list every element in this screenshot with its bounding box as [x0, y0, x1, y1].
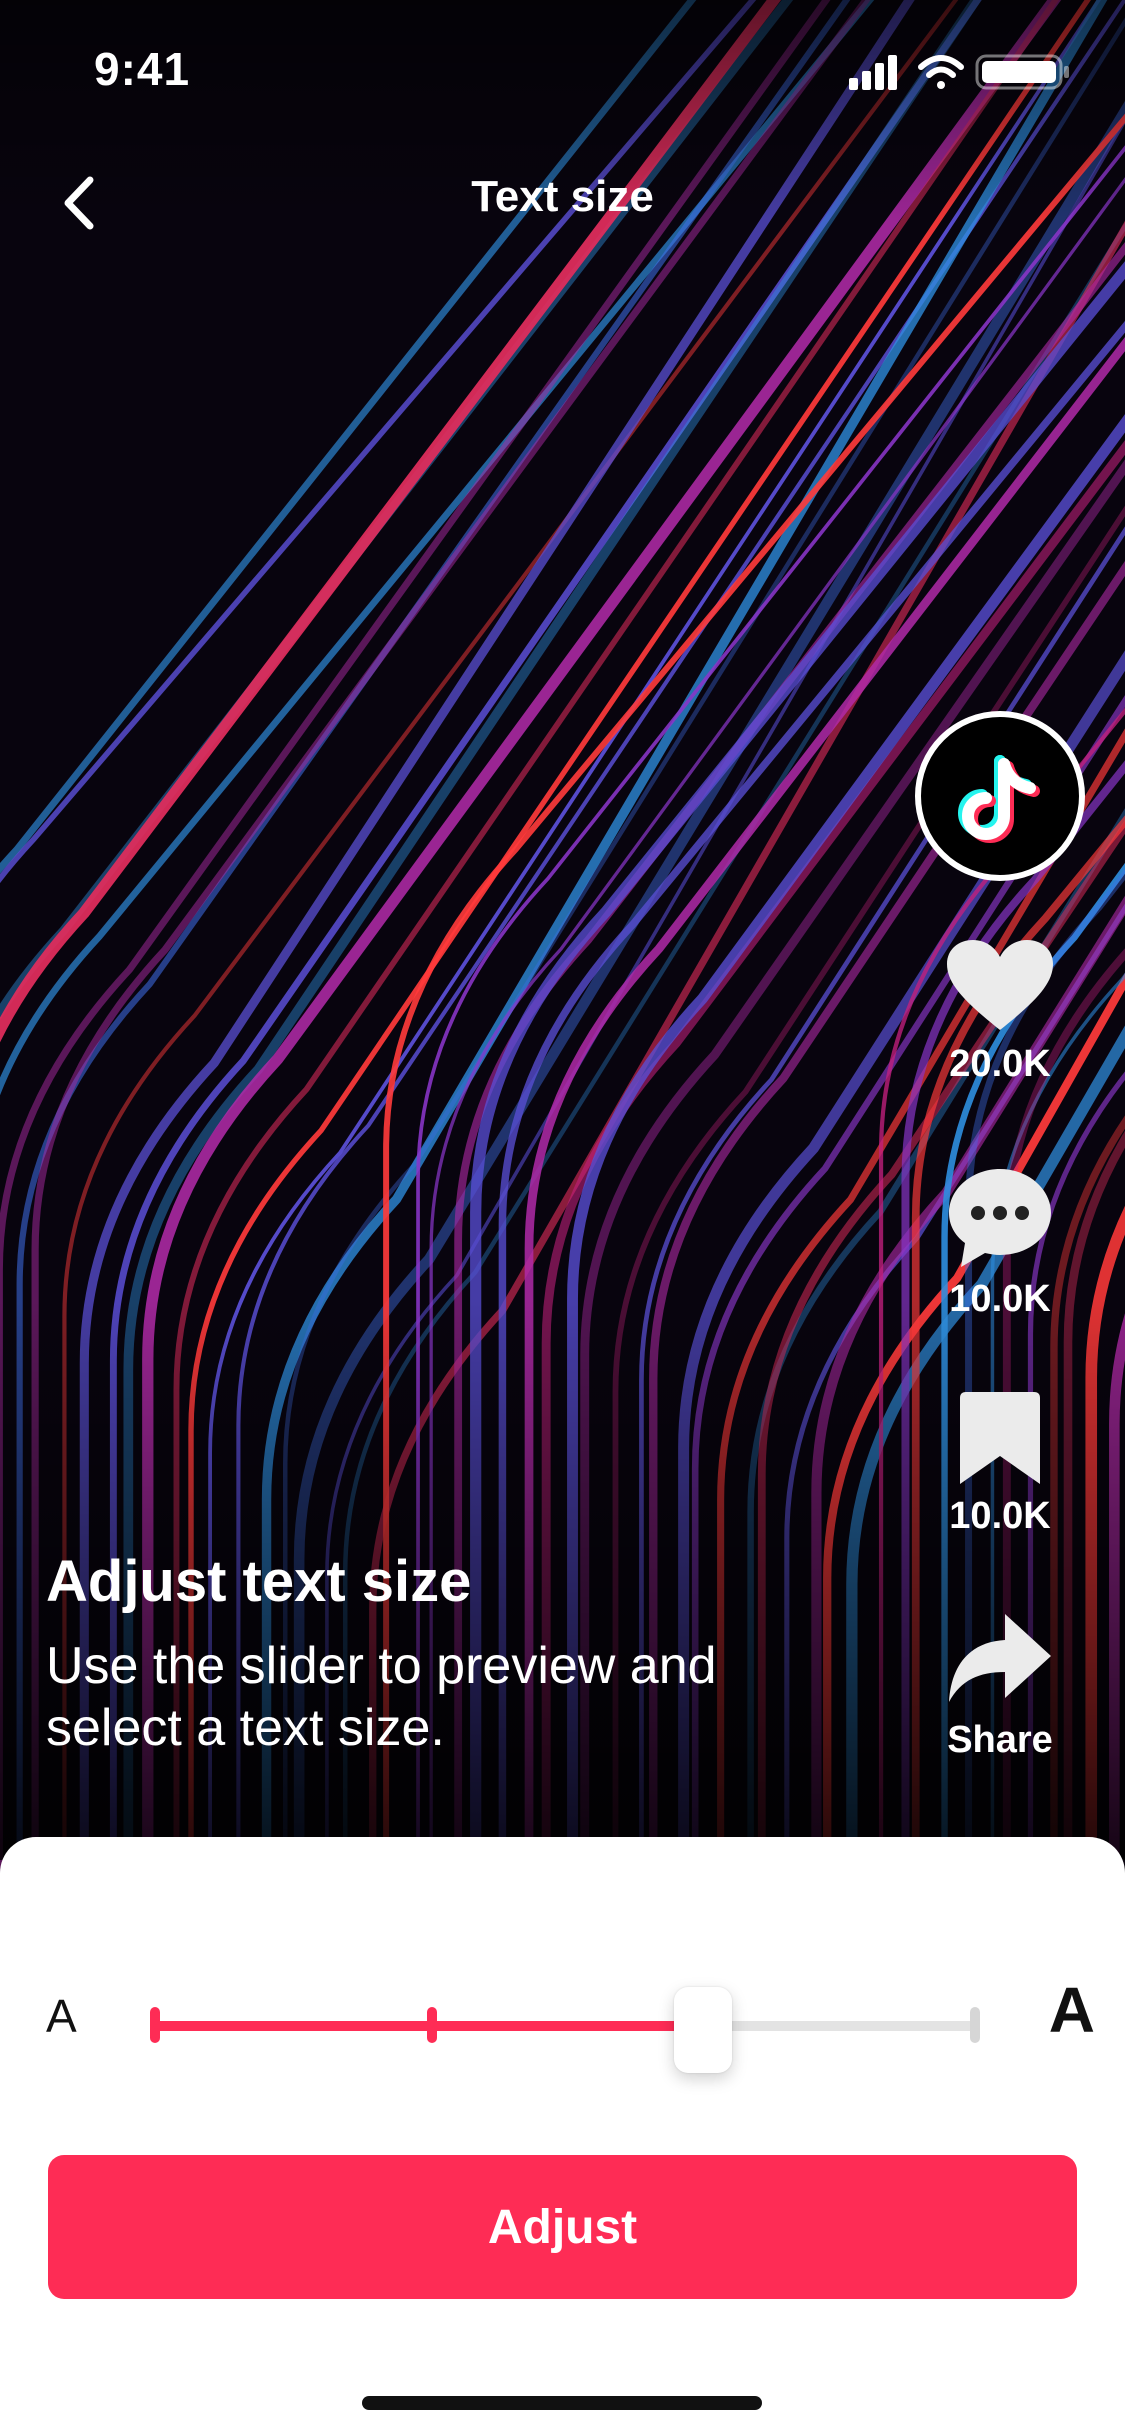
comment-count: 10.0K — [949, 1278, 1051, 1320]
top-bar: Text size — [0, 150, 1125, 250]
wifi-icon — [918, 55, 964, 89]
status-icons — [849, 54, 1069, 90]
status-bar: 9:41 — [0, 0, 1125, 132]
slider-thumb[interactable] — [674, 1987, 733, 2073]
bookmark-button[interactable]: 10.0K — [875, 1390, 1125, 1538]
comment-button[interactable]: 10.0K — [875, 1165, 1125, 1321]
text-size-sheet: A A Adjust — [0, 1837, 1125, 2436]
caption: Adjust text size Use the slider to previ… — [46, 1545, 866, 1759]
caption-title: Adjust text size — [46, 1549, 472, 1614]
small-text-indicator: A — [46, 1990, 77, 2042]
text-size-slider[interactable] — [150, 1987, 980, 2073]
bookmark-icon — [960, 1392, 1040, 1484]
battery-icon — [975, 54, 1069, 90]
like-count: 20.0K — [949, 1043, 1051, 1085]
profile-avatar[interactable] — [875, 710, 1125, 887]
like-button[interactable]: 20.0K — [875, 938, 1125, 1086]
large-text-indicator: A — [1048, 1974, 1095, 2046]
share-button[interactable]: Share — [875, 1610, 1125, 1762]
heart-icon — [947, 940, 1053, 1030]
caption-body: Use the slider to preview and select a t… — [46, 1637, 717, 1757]
page-title: Text size — [471, 172, 654, 221]
status-time: 9:41 — [94, 43, 191, 95]
comment-icon — [949, 1169, 1051, 1267]
action-rail: 20.0K 10.0K 10.0K Share — [875, 710, 1125, 1780]
share-icon — [949, 1614, 1051, 1702]
share-label: Share — [947, 1719, 1053, 1761]
app-screen: 9:41 Text size 20.0K 10.0K 10.0K Share A… — [0, 0, 1125, 2436]
tiktok-logo-icon — [915, 711, 1085, 881]
adjust-button[interactable]: Adjust — [48, 2155, 1077, 2299]
signal-icon — [849, 55, 897, 90]
slider-tick[interactable] — [970, 2007, 980, 2043]
home-indicator — [362, 2396, 762, 2410]
save-count: 10.0K — [949, 1495, 1051, 1537]
slider-tick[interactable] — [150, 2007, 160, 2043]
slider-tick[interactable] — [426, 2007, 437, 2043]
